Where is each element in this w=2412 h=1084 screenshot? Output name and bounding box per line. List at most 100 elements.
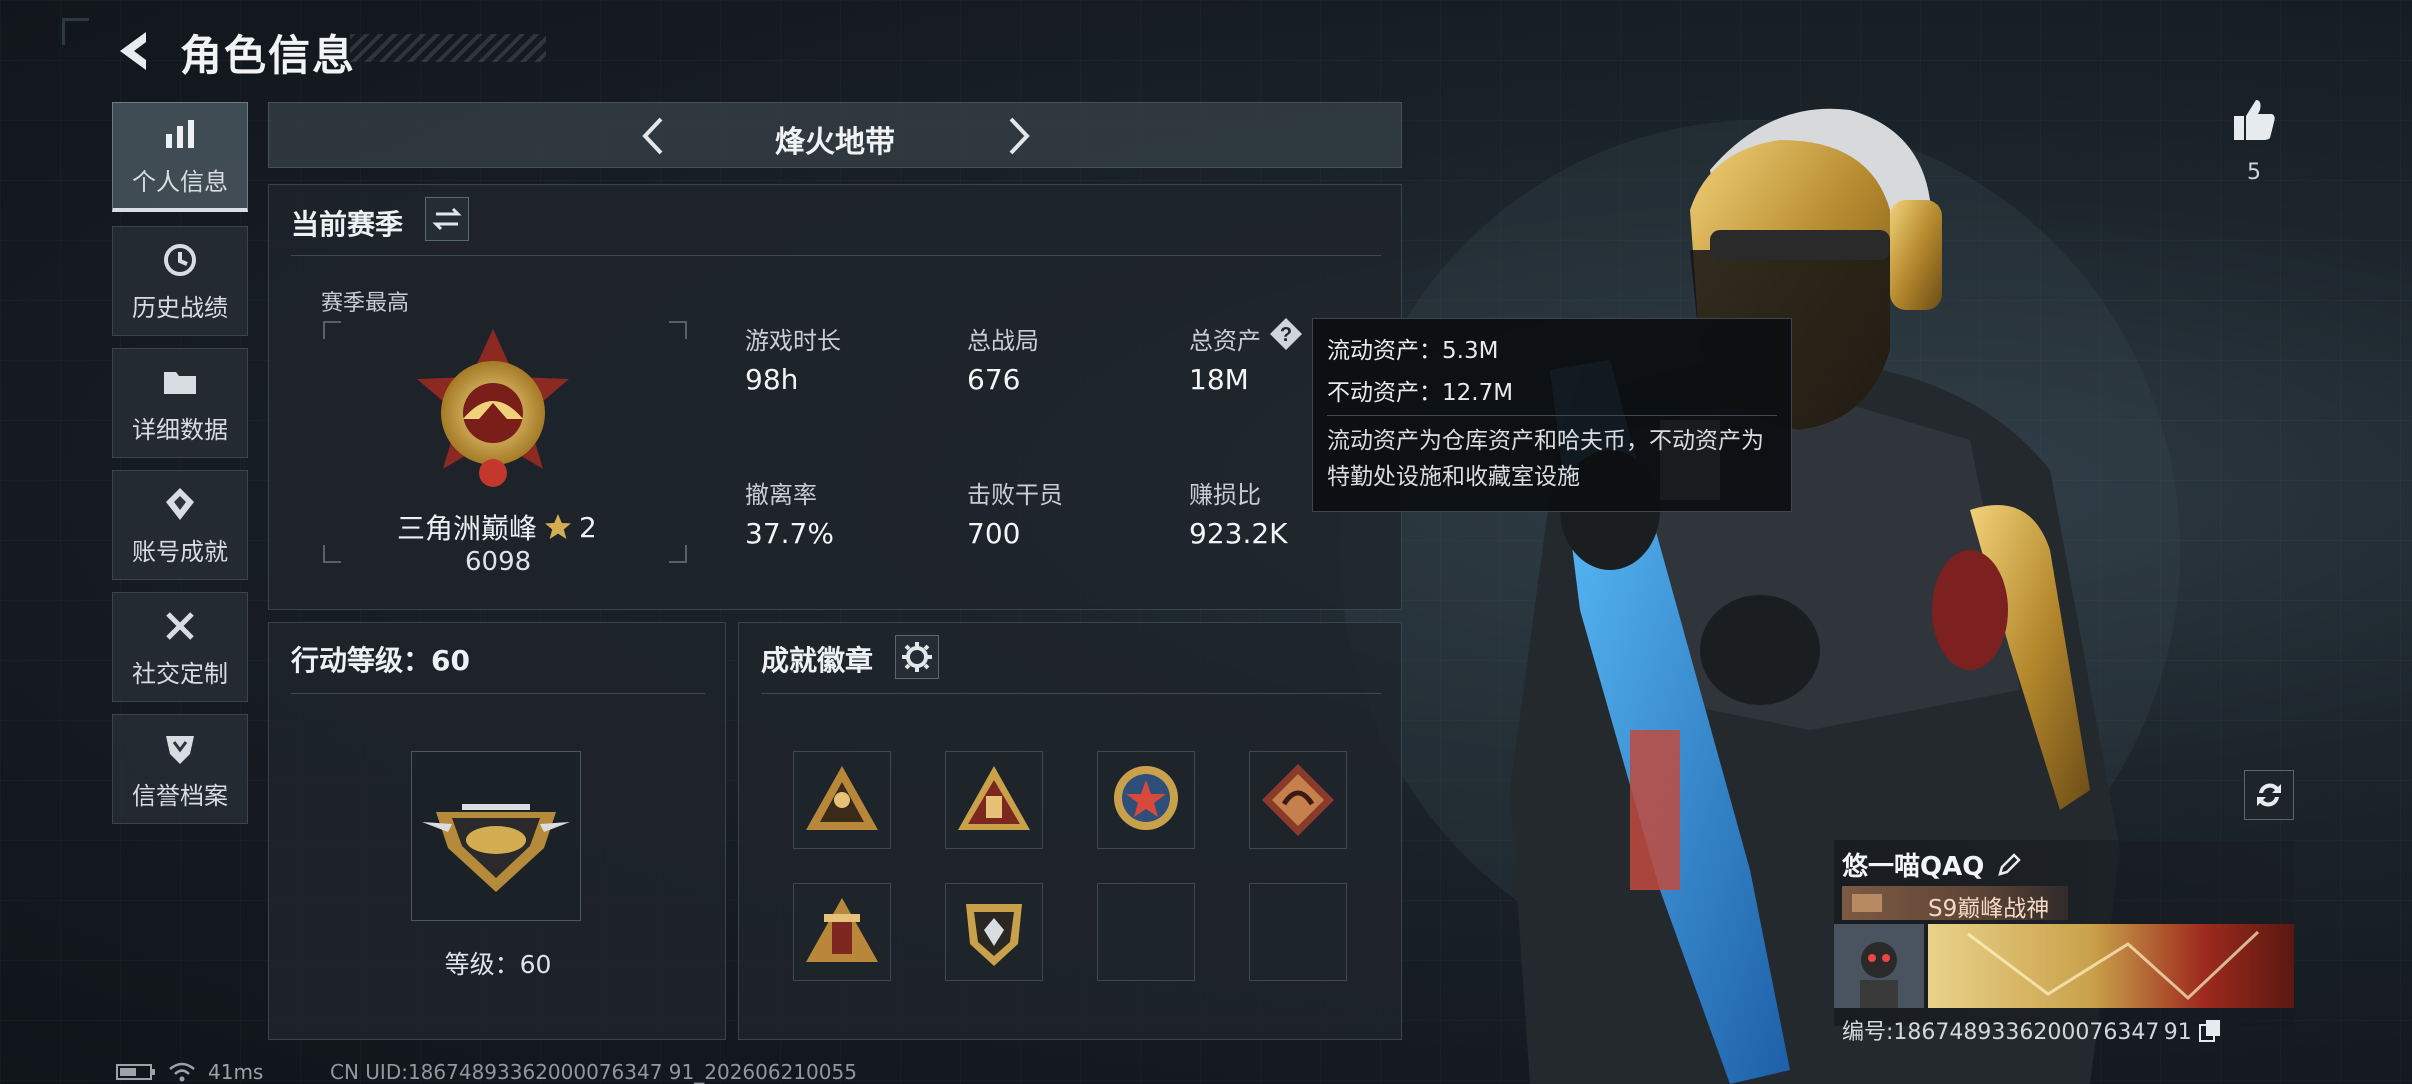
rank-frame-corner [323,545,341,563]
tooltip-description: 流动资产为仓库资产和哈夫币，不动资产为特勤处设施和收藏室设施 [1327,428,1764,490]
mode-selector: 烽火地带 [268,102,1402,168]
sidebar-item-label: 社交定制 [132,659,228,688]
season-divider [291,255,1381,256]
action-level-title: 行动等级：60 [291,644,470,677]
avatar[interactable] [1834,924,1924,1008]
rank-stars: 2 [579,510,597,544]
tower-badge-icon [806,898,878,962]
stat-label-total-matches: 总战局 [967,327,1039,355]
season-title: 当前赛季 [291,208,404,241]
achievement-badge-slot[interactable] [793,883,891,981]
tooltip-divider [1327,415,1777,416]
action-level-divider [291,693,705,694]
sidebar-item-detailed-data[interactable]: 详细数据 [112,348,248,458]
rank-frame-corner [669,321,687,339]
achievement-icon [166,487,194,520]
tooltip-liquid-assets: 流动资产：5.3M [1327,338,1499,364]
assets-tooltip: 流动资产：5.3M 不动资产：12.7M 流动资产为仓库资产和哈夫币，不动资产为… [1312,318,1792,512]
tooltip-fixed-assets: 不动资产：12.7M [1327,380,1514,406]
stat-label-kills: 击败干员 [967,481,1063,509]
back-arrow-icon[interactable] [112,28,158,74]
achievement-badge-slot[interactable] [945,883,1043,981]
rank-info: 三角洲巅峰 2 [397,507,597,547]
achievement-badge-slot[interactable] [1249,751,1347,849]
copy-icon[interactable] [2198,1018,2222,1042]
mode-name: 烽火地带 [775,125,895,160]
rank-emblem-icon [417,329,569,487]
header-corner-decoration [62,18,89,45]
stat-value-total-matches: 676 [967,363,1021,396]
rank-frame-corner [669,545,687,563]
sidebar-item-label: 详细数据 [132,415,228,444]
sidebar-item-label: 历史战绩 [132,293,228,322]
help-question-icon[interactable]: ? [1269,317,1303,351]
edit-pencil-icon[interactable] [1996,852,2022,878]
stat-value-extract-rate: 37.7% [745,517,834,550]
svg-text:?: ? [1280,324,1292,346]
stat-label-total-assets: 总资产 [1189,327,1261,355]
achievement-badge-slot-empty[interactable] [1249,883,1347,981]
stat-label-playtime: 游戏时长 [745,327,841,355]
action-level-panel: 行动等级：60 等级：60 [268,622,726,1040]
bar-chart-icon [166,120,194,148]
wifi-icon [169,1062,195,1082]
sidebar-item-achievements[interactable]: 账号成就 [112,470,248,580]
season-best-label: 赛季最高 [321,291,410,316]
achievement-badge-slot[interactable] [1097,751,1195,849]
page-title: 角色信息 [180,31,357,80]
achievement-badge-slot[interactable] [945,751,1043,849]
season-panel: 当前赛季 赛季最高 三角洲巅峰 2 6098 游戏时长 98h 总战局 676 … [268,184,1402,610]
achievements-divider [761,693,1381,694]
player-title-tag: S9巅峰战神 [1842,886,2068,922]
stat-label-profit-ratio: 赚损比 [1189,481,1261,509]
player-id: 编号:1867489336200076347 91 [1842,1014,2222,1046]
title-decoration [350,34,546,62]
action-level-text: 等级：60 [444,950,552,979]
shield-gem-badge-icon [966,904,1022,966]
achievements-settings-button[interactable] [895,635,939,679]
stat-value-kills: 700 [967,517,1021,550]
sidebar-item-label: 信誉档案 [132,781,228,810]
player-id-text: 编号:1867489336200076347 91 [1842,1020,2192,1045]
star-medal-badge-icon [1114,766,1178,830]
soldiers-badge-icon [806,766,878,830]
achievement-badge-slot[interactable] [793,751,891,849]
achievements-panel: 成就徽章 [738,622,1402,1040]
stat-value-profit-ratio: 923.2K [1189,517,1288,550]
history-clock-icon [164,243,196,276]
rank-score: 6098 [465,547,532,577]
achievement-badge-slot-empty[interactable] [1097,883,1195,981]
rotate-character-button[interactable] [2244,770,2294,820]
sidebar-item-reputation[interactable]: 信誉档案 [112,714,248,824]
achievements-title: 成就徽章 [761,644,874,677]
ping-text: 41ms [208,1060,264,1084]
sidebar-item-social[interactable]: 社交定制 [112,592,248,702]
sidebar-item-history[interactable]: 历史战绩 [112,226,248,336]
level-badge-icon [422,804,570,892]
uid-footer: CN UID:18674893362000076347 91_202606210… [330,1060,857,1084]
swap-arrows-icon [432,207,462,231]
stat-value-total-assets: 18M [1189,363,1249,396]
refresh-icon [2257,783,2281,807]
sidebar-item-label: 账号成就 [132,537,228,566]
player-title-text: S9巅峰战神 [1928,896,2050,922]
player-name: 悠一喵QAQ [1842,846,2022,883]
title-emblem-icon [1852,894,1882,912]
player-name-text: 悠一喵QAQ [1842,852,1985,882]
gear-icon [902,642,932,672]
status-bar: 41ms [116,1060,263,1084]
thumbs-up-icon[interactable] [2230,96,2278,144]
dragon-badge-icon [1262,764,1334,836]
action-level-badge-frame [411,751,581,921]
battery-icon [116,1064,155,1080]
shield-icon [166,735,194,764]
tools-icon [166,611,194,640]
sidebar-item-personal-info[interactable]: 个人信息 [112,102,248,212]
name-card-banner[interactable] [1928,924,2294,1008]
rank-frame-corner [323,321,341,339]
star-icon [545,514,572,539]
next-mode-arrow-icon[interactable] [993,111,1043,161]
like-count: 5 [2247,160,2261,185]
folder-icon [164,371,196,394]
season-switch-button[interactable] [425,197,469,241]
